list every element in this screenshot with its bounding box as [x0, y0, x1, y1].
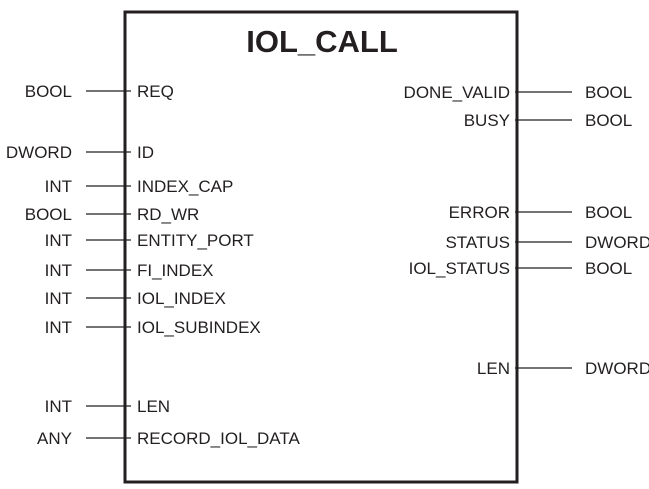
input-pin-len-8: INT LEN [45, 397, 170, 416]
output-pin-status-3: STATUS DWORD [445, 233, 649, 252]
output-pin-name: LEN [477, 359, 510, 378]
input-pin-name: FI_INDEX [137, 261, 214, 280]
output-type-label: DWORD [585, 359, 649, 378]
input-pin-name: IOL_INDEX [137, 289, 226, 308]
output-pin-name: BUSY [464, 111, 510, 130]
output-pin-busy-1: BUSY BOOL [464, 111, 633, 130]
block-title: IOL_CALL [246, 24, 398, 59]
output-pin-name: STATUS [445, 233, 510, 252]
input-pin-name: RD_WR [137, 205, 199, 224]
input-type-label: DWORD [6, 143, 72, 162]
input-type-label: INT [45, 289, 72, 308]
input-type-label: BOOL [25, 205, 72, 224]
function-block-diagram: IOL_CALL BOOL REQ DWORD ID INT INDEX_CAP BOOL R… [6, 10, 649, 484]
input-pin-name: REQ [137, 82, 174, 101]
output-type-label: BOOL [585, 83, 632, 102]
input-pin-record-iol-data-9: ANY RECORD_IOL_DATA [37, 429, 300, 448]
output-pin-error-2: ERROR BOOL [449, 203, 633, 222]
input-type-label: INT [45, 397, 72, 416]
input-type-label: INT [45, 318, 72, 337]
input-pin-rd-wr-3: BOOL RD_WR [25, 205, 200, 224]
input-pin-name: ID [137, 143, 154, 162]
input-type-label: INT [45, 261, 72, 280]
input-pin-name: IOL_SUBINDEX [137, 318, 261, 337]
output-pin-len-5: LEN DWORD [477, 359, 649, 378]
input-pin-iol-subindex-7: INT IOL_SUBINDEX [45, 318, 261, 337]
output-type-label: DWORD [585, 233, 649, 252]
input-pin-name: LEN [137, 397, 170, 416]
input-pin-entity-port-4: INT ENTITY_PORT [45, 231, 254, 250]
input-pin-req-0: BOOL REQ [25, 82, 174, 101]
input-type-label: ANY [37, 429, 72, 448]
input-pin-name: INDEX_CAP [137, 177, 233, 196]
output-pin-name: ERROR [449, 203, 510, 222]
output-type-label: BOOL [585, 259, 632, 278]
output-pin-name: IOL_STATUS [409, 259, 510, 278]
input-type-label: INT [45, 177, 72, 196]
input-pin-index-cap-2: INT INDEX_CAP [45, 177, 234, 196]
output-pin-name: DONE_VALID [404, 83, 510, 102]
output-type-label: BOOL [585, 111, 632, 130]
input-type-label: INT [45, 231, 72, 250]
input-pin-name: RECORD_IOL_DATA [137, 429, 300, 448]
input-type-label: BOOL [25, 82, 72, 101]
input-pin-name: ENTITY_PORT [137, 231, 254, 250]
output-type-label: BOOL [585, 203, 632, 222]
output-pin-iol-status-4: IOL_STATUS BOOL [409, 259, 633, 278]
